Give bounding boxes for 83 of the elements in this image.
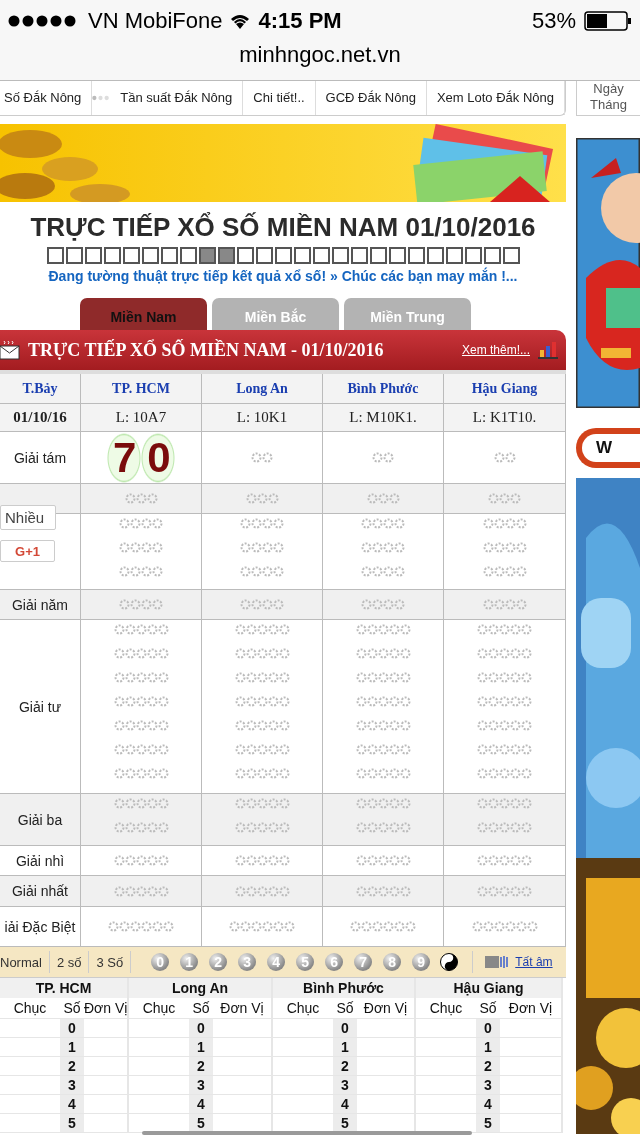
digit-cell: 2 [60,1057,84,1075]
digit-cell: 3 [476,1076,500,1094]
digit-cell: 1 [189,1038,213,1056]
more-link[interactable]: Xem thêm!... [461,343,530,357]
column-header: Đơn Vị [362,999,409,1018]
digit-cell: 5 [60,1114,84,1132]
ticket-code: L: 10K1 [201,404,322,432]
digit-cell: 4 [333,1095,357,1113]
column-header: Số [478,999,498,1018]
column-header: Chục [428,999,464,1018]
column-header: Số [335,999,355,1018]
marquee-link[interactable]: Đang tường thuật trực tiếp kết quả xổ số! » Chúc các bạn may mắn !... [0,268,566,284]
province-name: Hậu Giang [416,978,561,998]
nav-link[interactable]: Tần suất Đắk Nông [110,81,244,115]
province-header[interactable]: Long An [201,374,322,404]
column-header: Số [62,999,82,1018]
digit-cell: 4 [476,1095,500,1113]
digit-cell: 2 [333,1057,357,1075]
speaker-icon[interactable] [485,954,510,970]
pager-dots-icon [92,93,111,103]
prize-label: Giải ba [0,794,80,846]
ticket-code: L: 10A7 [80,404,201,432]
digit-cell: 1 [60,1038,84,1056]
panel-title: TRỰC TIẾP XỔ SỐ MIỀN NAM - 01/10/2016 [28,339,385,361]
result-number: 70 [107,432,175,483]
page-title: TRỰC TIẾP XỔ SỐ MIỀN NAM 01/10/2016 [29,212,537,243]
clock-time: 4:15 PM [258,8,342,34]
province-header[interactable]: TP. HCM [80,374,201,404]
digit-cell: 4 [60,1095,84,1113]
envelope-icon [0,340,20,360]
mode-button[interactable]: Normal [0,951,50,973]
digit-cell: 0 [333,1019,357,1037]
province-name: Bình Phước [273,978,414,998]
digit-cell: 4 [189,1095,213,1113]
nav-link[interactable]: Xem Loto Đắk Nông [426,81,565,115]
column-header: Số [191,999,211,1018]
battery-icon [584,11,632,31]
mute-link[interactable]: Tất âm [515,955,553,969]
prize-label: Giải năm [0,590,80,620]
mode-button[interactable]: 2 số [49,951,90,973]
digit-cell: 1 [333,1038,357,1056]
digit-cell: 0 [476,1019,500,1037]
side-button[interactable]: W [576,428,640,468]
digit-cell: 3 [189,1076,213,1094]
ticket-code: L: M10K1. [322,404,443,432]
province-header[interactable]: Bình Phước [322,374,443,404]
digit-cell: 0 [60,1019,84,1037]
weekday-header: T.Bảy [0,374,80,404]
province-name: Long An [129,978,271,998]
column-header: Chục [12,999,48,1018]
share-tooltip: Nhiều [0,505,56,530]
province-name: TP. HCM [0,978,127,998]
url-text[interactable]: minhngoc.net.vn [239,42,401,68]
google-plus-button[interactable]: G+1 [0,540,55,562]
carrier-name: VN MobiFone [88,8,223,34]
calendar-label: Ngày [593,81,624,97]
province-header[interactable]: Hậu Giang [443,374,565,404]
nav-link[interactable]: GCĐ Đắk Nông [315,81,427,115]
column-header: Chục [141,999,177,1018]
digit-cell: 2 [476,1057,500,1075]
digit-cell: 5 [333,1114,357,1132]
calendar-box[interactable]: Ngày Tháng [576,81,640,116]
ticket-code: L: K1T10. [443,404,565,432]
digit-cell: 5 [476,1114,500,1132]
column-header: Đơn Vị [507,999,554,1018]
mode-button[interactable]: 3 Số [89,951,132,973]
column-header: Đơn Vị [84,999,128,1018]
digit-cell: 3 [60,1076,84,1094]
digit-cell: 2 [189,1057,213,1075]
nav-link[interactable]: Chi tiết!.. [243,81,316,115]
nav-link[interactable]: Số Đắk Nông [0,81,93,115]
bar-chart-icon [538,341,558,359]
digit-cell: 1 [476,1038,500,1056]
calendar-label: Tháng [590,97,627,113]
digit-cell: 0 [189,1019,213,1037]
draw-date: 01/10/16 [0,404,80,432]
digit-cell: 3 [333,1076,357,1094]
digit-cell: 5 [189,1114,213,1132]
column-header: Chục [285,999,321,1018]
prize-label: Giải nhất [0,876,80,907]
yin-yang-icon[interactable] [440,953,459,971]
battery-percent: 53% [531,8,576,34]
column-header: Đơn Vị [219,999,265,1018]
